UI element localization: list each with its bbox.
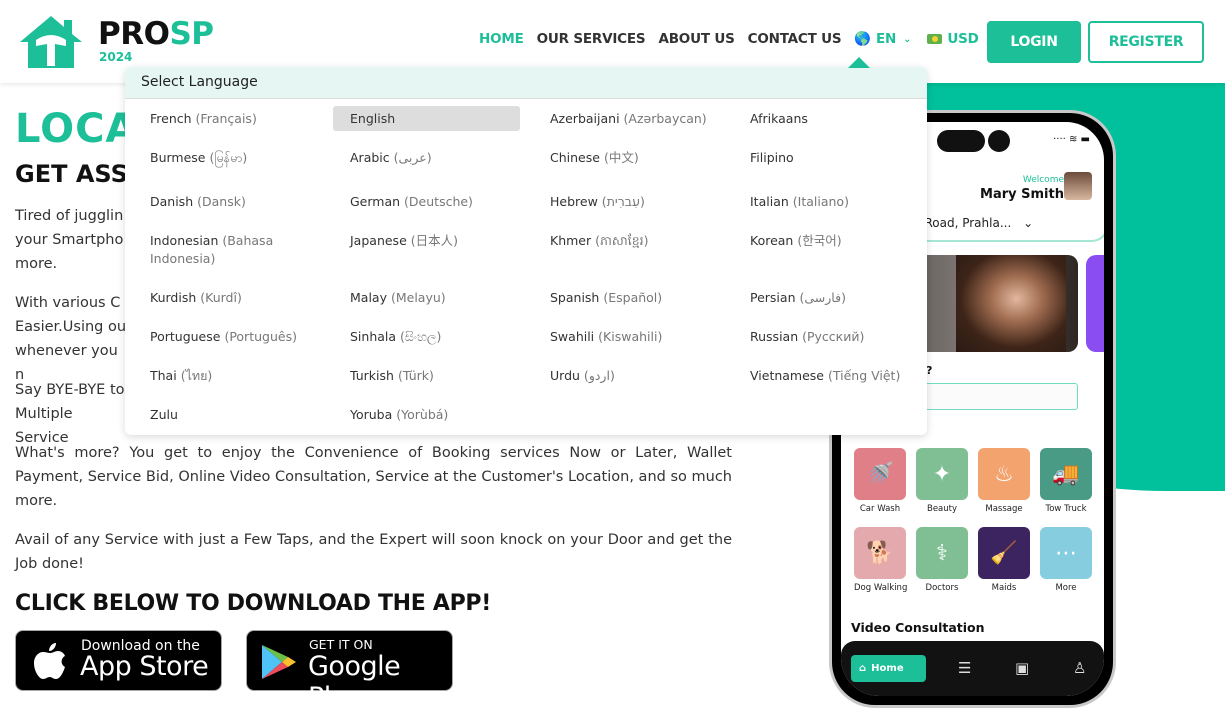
avatar[interactable] [1064, 172, 1092, 200]
language-option-vietnamese[interactable]: Vietnamese (Tiếng Việt) [750, 367, 940, 385]
language-option-spanish[interactable]: Spanish (Español) [550, 289, 740, 307]
language-option-malay[interactable]: Malay (Melayu) [350, 289, 540, 307]
home-icon: ⌂ [859, 663, 867, 674]
language-option-azerbaijani[interactable]: Azerbaijani (Azərbaycan) [550, 110, 740, 128]
google-play-icon [262, 645, 296, 679]
language-option-zulu[interactable]: Zulu [150, 406, 340, 424]
wifi-battery-icon: ···· ≋ ▬ [1053, 134, 1090, 145]
language-option-khmer[interactable]: Khmer (ភាសាខ្មែរ) [550, 232, 740, 250]
service-car-wash[interactable]: 🚿 Car Wash [854, 448, 906, 514]
more-icon: ⋯ [1040, 527, 1092, 579]
language-option-urdu[interactable]: Urdu (اردو) [550, 367, 740, 385]
hero-title: LOCA [15, 106, 138, 152]
maid-icon: 🧹 [978, 527, 1030, 579]
language-option-afrikaans[interactable]: Afrikaans [750, 110, 940, 128]
language-option-burmese[interactable]: Burmese (မြန်မာ) [150, 149, 340, 167]
nav-contact-us[interactable]: CONTACT US [748, 31, 842, 47]
service-beauty[interactable]: ✦ Beauty [916, 448, 968, 514]
language-option-arabic[interactable]: Arabic (عربى) [350, 149, 540, 167]
service-doctors[interactable]: ⚕ Doctors [916, 527, 968, 593]
language-option-thai[interactable]: Thai (ไทย) [150, 367, 340, 385]
massage-icon: ♨ [978, 448, 1030, 500]
language-dropdown[interactable]: 🌎 EN ⌄ [854, 31, 911, 47]
doctor-icon: ⚕ [916, 527, 968, 579]
dog-walking-icon: 🐕 [854, 527, 906, 579]
service-tow-truck[interactable]: 🚚 Tow Truck [1040, 448, 1092, 514]
hero-paragraph-2: With various C Easier.Using ou whenever yo… [15, 295, 127, 383]
language-option-chinese[interactable]: Chinese (中文) [550, 149, 740, 167]
tow-truck-icon: 🚚 [1040, 448, 1092, 500]
banner-model-image [956, 255, 1066, 352]
language-option-swahili[interactable]: Swahili (Kiswahili) [550, 328, 740, 346]
video-consultation-heading: Video Consultation [851, 620, 985, 635]
hero-paragraph-4: What's more? You get to enjoy the Conven… [15, 445, 732, 509]
camera [988, 130, 1010, 152]
hero-paragraph-3: Say BYE-BYE to Multiple Service [15, 382, 125, 446]
language-option-sinhala[interactable]: Sinhala (සිංහල) [350, 328, 540, 346]
language-option-italian[interactable]: Italian (Italiano) [750, 193, 940, 211]
language-option-hebrew[interactable]: Hebrew (עִברִית) [550, 193, 740, 211]
brand-name: PROSP [98, 16, 214, 52]
service-dog-walking[interactable]: 🐕 Dog Walking [854, 527, 907, 593]
currency-value: USD [947, 31, 979, 47]
language-option-french[interactable]: French (Français) [150, 110, 340, 128]
language-option-filipino[interactable]: Filipino [750, 149, 940, 167]
wallet-icon[interactable]: ▣ [1015, 659, 1029, 677]
chevron-down-icon: ⌄ [903, 33, 912, 45]
dropdown-caret [848, 57, 870, 68]
app-store-big-text: App Store [80, 651, 209, 682]
language-value: EN [876, 31, 897, 47]
language-option-russian[interactable]: Russian (Русский) [750, 328, 940, 346]
tab-home[interactable]: ⌂ Home [851, 655, 926, 682]
brand-year: 2024 [99, 50, 133, 64]
nav-about-us[interactable]: ABOUT US [658, 31, 734, 47]
money-icon [927, 34, 943, 44]
user-name: Mary Smith [980, 187, 1064, 202]
car-wash-icon: 🚿 [854, 448, 906, 500]
language-menu-title: Select Language [125, 67, 927, 99]
language-option-japanese[interactable]: Japanese (日本人) [350, 232, 540, 250]
google-play-big-text: Google Play [308, 651, 401, 713]
beauty-icon: ✦ [916, 448, 968, 500]
welcome-label: Welcome [1022, 175, 1064, 185]
house-hammer-icon [20, 16, 82, 68]
language-option-persian[interactable]: Persian (فارسی) [750, 289, 940, 307]
google-play-small-text: GET IT ON [309, 637, 373, 652]
profile-icon[interactable]: ♙ [1073, 659, 1086, 677]
promo-banner-next[interactable] [1086, 255, 1104, 352]
logo[interactable]: PROSP 2024 [18, 14, 218, 72]
apple-icon [34, 643, 65, 679]
nav-our-services[interactable]: OUR SERVICES [537, 31, 646, 47]
main-nav: HOME OUR SERVICES ABOUT US CONTACT US 🌎 … [479, 31, 1010, 47]
language-menu: Select Language French (Français) English… [125, 67, 927, 435]
register-button[interactable]: REGISTER [1088, 21, 1204, 63]
hero-subtitle: GET ASSI [15, 160, 137, 188]
language-option-korean[interactable]: Korean (한국어) [750, 232, 940, 250]
globe-icon: 🌎 [854, 31, 872, 47]
language-option-english[interactable]: English [333, 106, 520, 131]
google-play-button[interactable]: GET IT ON Google Play [246, 630, 453, 713]
app-store-button[interactable]: Download on the App Store [15, 630, 222, 691]
chevron-down-icon: ⌄ [1023, 216, 1034, 230]
currency-dropdown[interactable]: USD ⌄ [927, 31, 994, 47]
language-option-danish[interactable]: Danish (Dansk) [150, 193, 340, 211]
language-option-yoruba[interactable]: Yoruba (Yorùbá) [350, 406, 540, 424]
hero-paragraph-5: Avail of any Service with just a Few Tap… [15, 532, 732, 572]
language-option-kurdish[interactable]: Kurdish (Kurdî) [150, 289, 340, 307]
phone-tabbar: ⌂ Home ☰ ▣ ♙ [841, 641, 1104, 696]
service-maids[interactable]: 🧹 Maids [978, 527, 1030, 593]
login-button[interactable]: LOGIN [987, 21, 1081, 63]
service-more[interactable]: ⋯ More [1040, 527, 1092, 593]
language-option-turkish[interactable]: Turkish (Türk) [350, 367, 540, 385]
language-option-indonesian[interactable]: Indonesian (Bahasa Indonesia) [150, 232, 290, 268]
download-cta: CLICK BELOW TO DOWNLOAD THE APP! [15, 591, 491, 616]
service-massage[interactable]: ♨ Massage [978, 448, 1030, 514]
dynamic-island [937, 130, 985, 152]
nav-home[interactable]: HOME [479, 31, 524, 47]
hero-paragraph-1: Tired of jugglin your Smartpho more. [15, 208, 124, 272]
language-option-portuguese[interactable]: Portuguese (Português) [150, 328, 340, 346]
language-option-german[interactable]: German (Deutsche) [350, 193, 540, 211]
bookings-list-icon[interactable]: ☰ [958, 659, 971, 677]
